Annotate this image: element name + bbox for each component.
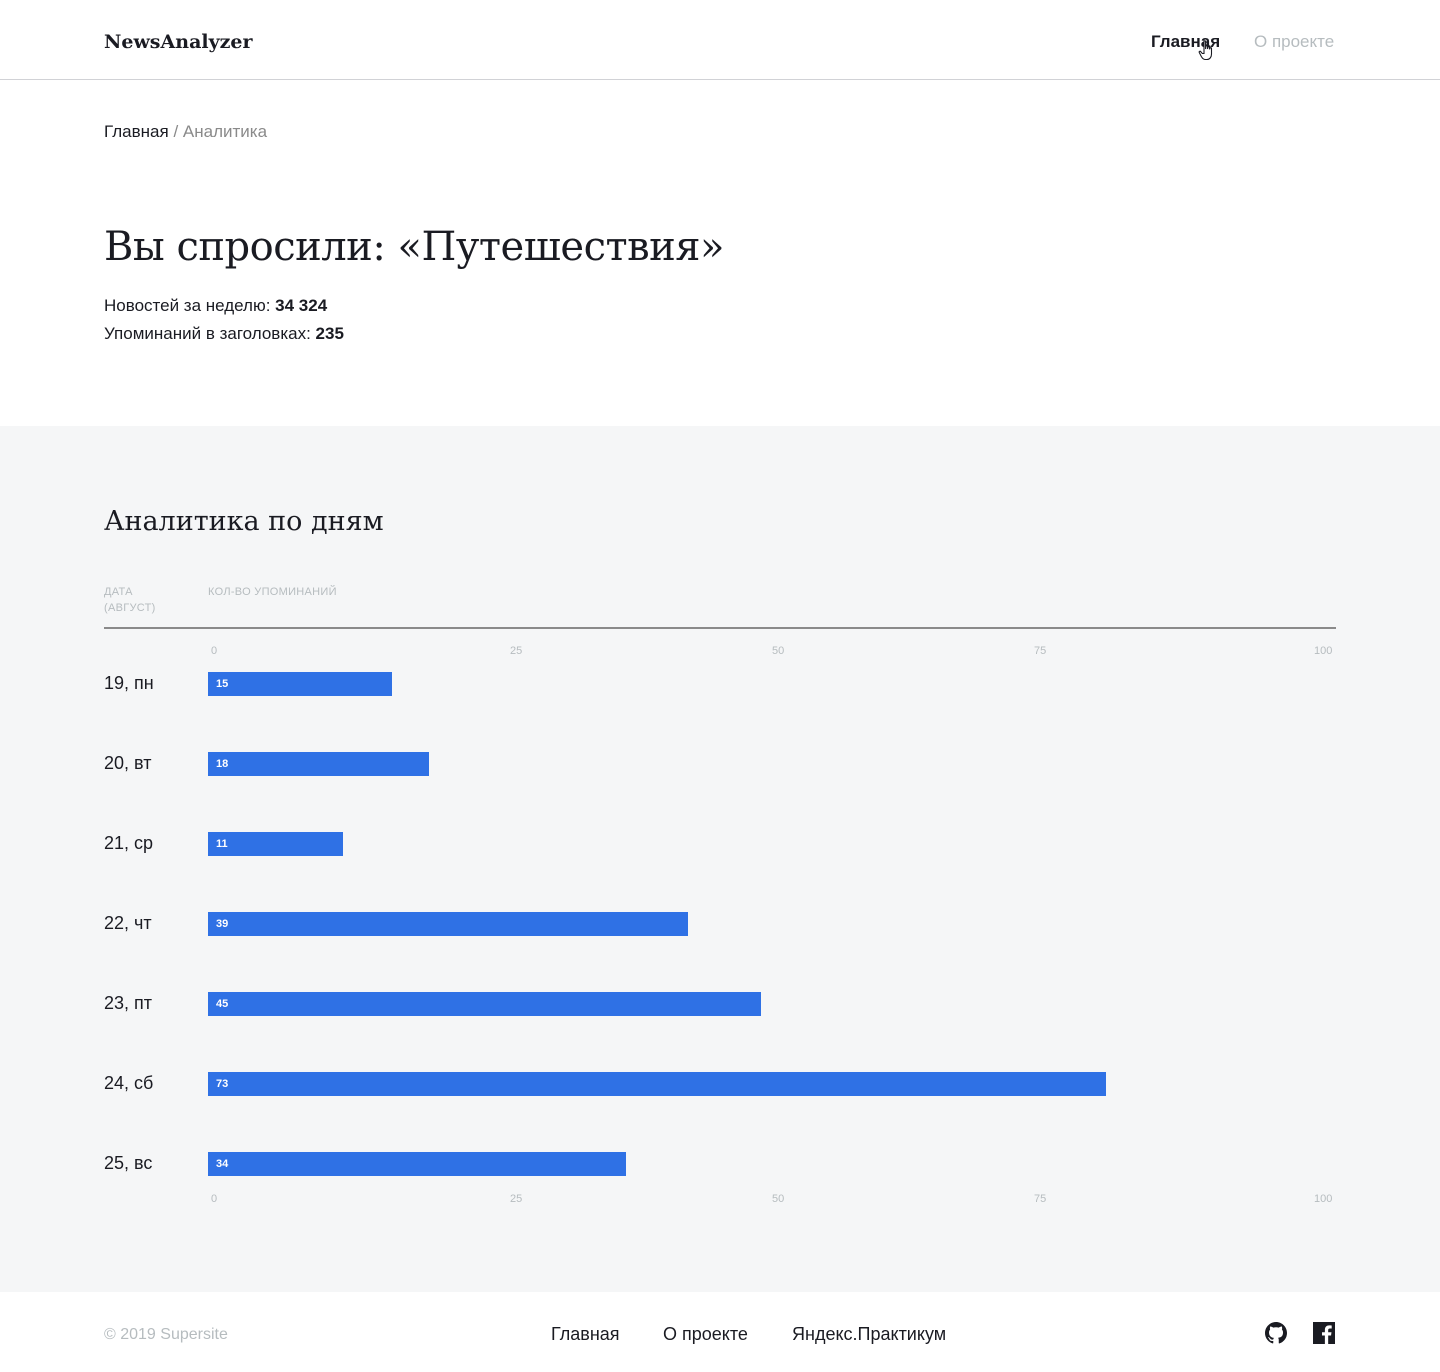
analytics-section: Аналитика по дням Дата (август) Кол-во у… [0,426,1440,1292]
mentions-count-stat: Упоминаний в заголовках: 235 [104,324,344,344]
nav-link-about[interactable]: О проекте [1254,32,1334,52]
header-divider [104,627,1336,629]
hand-cursor-icon [1198,40,1213,61]
axis-tick-bottom-50: 50 [772,1193,785,1205]
breadcrumb-home[interactable]: Главная [104,122,169,141]
breadcrumb-current: Аналитика [182,122,268,141]
row-label: 24, сб [104,1073,154,1093]
axis-tick-top-50: 50 [772,645,785,657]
column-header-date: Дата (август) [104,584,184,616]
footer-link-about[interactable]: О проекте [663,1324,748,1345]
bar-value-label: 15 [216,678,229,690]
bar: 18 [208,752,429,776]
row-label: 23, пт [104,993,153,1013]
news-count-stat: Новостей за неделю: 34 324 [104,296,327,316]
site-header: NewsAnalyzer Главная О проекте [0,0,1440,80]
bar: 39 [208,912,688,936]
page-title: Вы спросили: «Путешествия» [104,224,725,270]
axis-tick-bottom-0: 0 [211,1193,218,1205]
news-count-label: Новостей за неделю: [104,296,276,315]
row-label: 25, вс [104,1153,153,1173]
analytics-title: Аналитика по дням [104,506,384,537]
bar-value-label: 11 [216,838,228,850]
breadcrumb: Главная / Аналитика [104,122,267,142]
mentions-count-value: 235 [315,324,344,343]
bar-value-label: 73 [216,1078,229,1090]
bar: 34 [208,1152,626,1176]
bar-value-label: 18 [216,758,229,770]
axis-tick-top-25: 25 [510,645,523,657]
column-header-date-line1: Дата [104,586,133,598]
bar-value-label: 34 [216,1158,229,1170]
column-header-count: Кол-во упоминаний [208,586,337,598]
axis-tick-bottom-75: 75 [1034,1193,1047,1205]
copyright: © 2019 Supersite [104,1326,228,1343]
breadcrumb-separator: / [173,122,179,141]
bar: 73 [208,1072,1106,1096]
row-label: 22, чт [104,913,152,933]
axis-tick-top-75: 75 [1034,645,1047,657]
footer-link-yandex-praktikum[interactable]: Яндекс.Практикум [792,1324,946,1345]
footer-link-main[interactable]: Главная [551,1324,620,1345]
row-label: 20, вт [104,753,152,773]
bar: 15 [208,672,392,696]
axis-tick-bottom-100: 100 [1314,1193,1333,1205]
axis-tick-bottom-25: 25 [510,1193,523,1205]
column-header-date-line2: (август) [104,602,156,614]
site-footer: © 2019 Supersite Главная О проекте Яндек… [0,1292,1440,1372]
mentions-count-label: Упоминаний в заголовках: [104,324,316,343]
bar-value-label: 45 [216,998,229,1010]
logo[interactable]: NewsAnalyzer [104,31,253,53]
news-count-value: 34 324 [275,296,328,315]
facebook-icon[interactable] [1313,1322,1335,1344]
bar: 45 [208,992,761,1016]
row-label: 19, пн [104,673,154,693]
row-label: 21, ср [104,833,154,853]
axis-tick-top-0: 0 [211,645,218,657]
axis-tick-top-100: 100 [1314,645,1333,657]
github-icon[interactable] [1265,1322,1287,1344]
bar-value-label: 39 [216,918,229,930]
bar: 11 [208,832,343,856]
